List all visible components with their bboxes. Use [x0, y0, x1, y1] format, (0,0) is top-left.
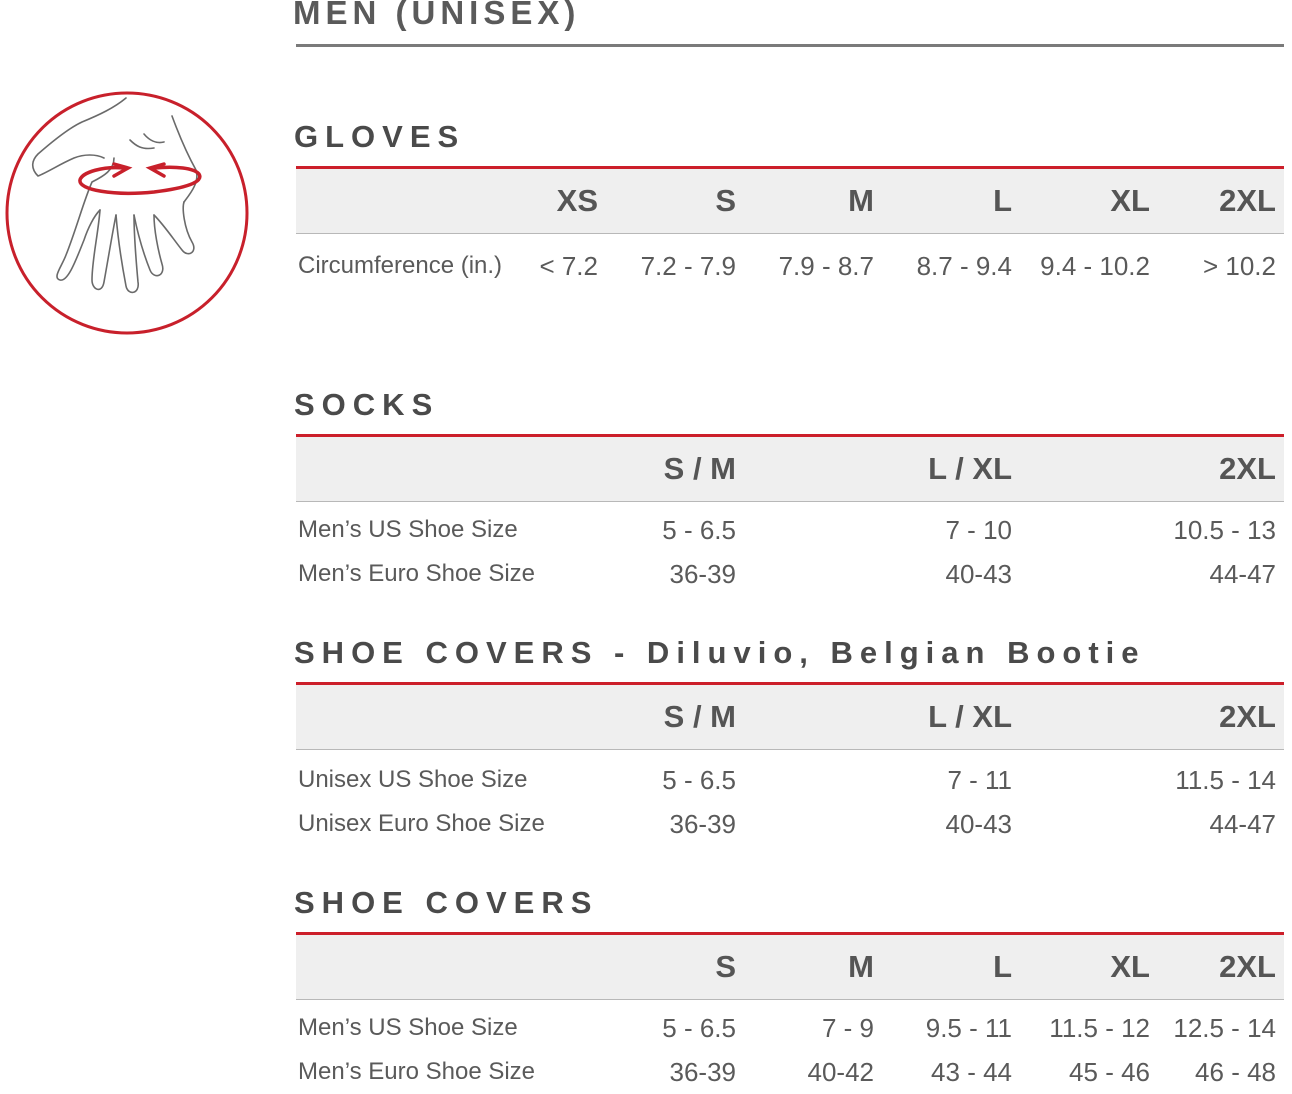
table-cell: 5 - 6.5: [662, 765, 736, 795]
table-row: Unisex US Shoe Size 5 - 6.5 7 - 11 11.5 …: [296, 758, 1284, 802]
column-header: L / XL: [928, 451, 1012, 486]
row-label: Men’s Euro Shoe Size: [298, 1058, 536, 1085]
table-cell: 40-43: [945, 809, 1013, 839]
gloves-section: GLOVES XS S M L XL 2XL Circumference (in…: [294, 120, 1284, 288]
table-cell: 40-43: [945, 559, 1013, 589]
table-row: Men’s US Shoe Size 5 - 6.5 7 - 9 9.5 - 1…: [296, 1006, 1284, 1050]
section-title-shoe-covers-diluvio: SHOE COVERS - Diluvio, Belgian Bootie: [294, 635, 1146, 670]
row-label: Unisex Euro Shoe Size: [298, 810, 545, 837]
table-cell: 7 - 9: [821, 1013, 874, 1043]
table-row: Circumference (in.) < 7.2 7.2 - 7.9 7.9 …: [296, 244, 1284, 288]
socks-section: SOCKS S / M L / XL 2XL Men’s US Shoe Siz…: [294, 388, 1284, 596]
table-cell: > 10.2: [1202, 251, 1276, 281]
table-cell: 10.5 - 13: [1173, 515, 1276, 545]
table-cell: 44-47: [1209, 809, 1277, 839]
table-cell: 43 - 44: [931, 1057, 1012, 1087]
table-row: Men’s Euro Shoe Size 36-39 40-43 44-47: [296, 552, 1284, 596]
table-header-row: S M L XL 2XL: [296, 935, 1284, 1000]
table-cell: 11.5 - 14: [1175, 765, 1276, 795]
row-label: Men’s US Shoe Size: [298, 516, 518, 543]
table-header-row: S / M L / XL 2XL: [296, 685, 1284, 750]
column-header: M: [848, 949, 874, 984]
column-header: 2XL: [1219, 699, 1276, 734]
table-cell: 7.9 - 8.7: [778, 251, 874, 281]
column-header: XL: [1110, 949, 1150, 984]
table-cell: 5 - 6.5: [662, 1013, 736, 1043]
section-title-shoe-covers: SHOE COVERS: [294, 885, 599, 920]
shoe-covers-diluvio-section: SHOE COVERS - Diluvio, Belgian Bootie S …: [294, 636, 1284, 846]
table-cell: 36-39: [669, 559, 737, 589]
shoe-covers-section: SHOE COVERS S M L XL 2XL Men’s US Shoe S…: [294, 886, 1284, 1094]
table-cell: 44-47: [1209, 559, 1277, 589]
table-cell: 12.5 - 14: [1173, 1013, 1276, 1043]
row-label: Men’s US Shoe Size: [298, 1014, 518, 1041]
hand-measurement-icon: [5, 91, 249, 335]
column-header: M: [848, 183, 874, 218]
table-cell: 11.5 - 12: [1049, 1013, 1150, 1043]
column-header: XL: [1110, 183, 1150, 218]
table-cell: 8.7 - 9.4: [916, 251, 1012, 281]
table-cell: 5 - 6.5: [662, 515, 736, 545]
table-cell: 7.2 - 7.9: [640, 251, 736, 281]
section-title-socks: SOCKS: [294, 387, 440, 422]
table-cell: 36-39: [669, 1057, 737, 1087]
column-header: 2XL: [1219, 949, 1276, 984]
table-cell: 7 - 10: [945, 515, 1013, 545]
column-header: S: [715, 949, 736, 984]
table-row: Men’s Euro Shoe Size 36-39 40-42 43 - 44…: [296, 1050, 1284, 1094]
table-row: Men’s US Shoe Size 5 - 6.5 7 - 10 10.5 -…: [296, 508, 1284, 552]
table-cell: 9.4 - 10.2: [1040, 251, 1150, 281]
table-cell: 7 - 11: [947, 765, 1012, 795]
column-header: L: [993, 949, 1012, 984]
column-header: S / M: [663, 699, 736, 734]
table-cell: 36-39: [669, 809, 737, 839]
table-header-row: XS S M L XL 2XL: [296, 169, 1284, 234]
table-cell: < 7.2: [539, 251, 598, 281]
table-cell: 45 - 46: [1069, 1057, 1150, 1087]
column-header: 2XL: [1219, 183, 1276, 218]
row-label: Unisex US Shoe Size: [298, 766, 528, 793]
column-header: L: [993, 183, 1012, 218]
table-row: Unisex Euro Shoe Size 36-39 40-43 44-47: [296, 802, 1284, 846]
title-divider: [296, 44, 1284, 47]
table-cell: 46 - 48: [1195, 1057, 1276, 1087]
column-header: XS: [556, 183, 598, 218]
column-header: 2XL: [1219, 451, 1276, 486]
table-cell: 9.5 - 11: [925, 1013, 1012, 1043]
page-title: MEN (UNISEX): [293, 0, 581, 31]
row-label: Men’s Euro Shoe Size: [298, 560, 536, 587]
table-header-row: S / M L / XL 2XL: [296, 437, 1284, 502]
column-header: S / M: [663, 451, 736, 486]
column-header: S: [715, 183, 736, 218]
column-header: L / XL: [928, 699, 1012, 734]
table-cell: 40-42: [807, 1057, 875, 1087]
section-title-gloves: GLOVES: [294, 119, 466, 154]
